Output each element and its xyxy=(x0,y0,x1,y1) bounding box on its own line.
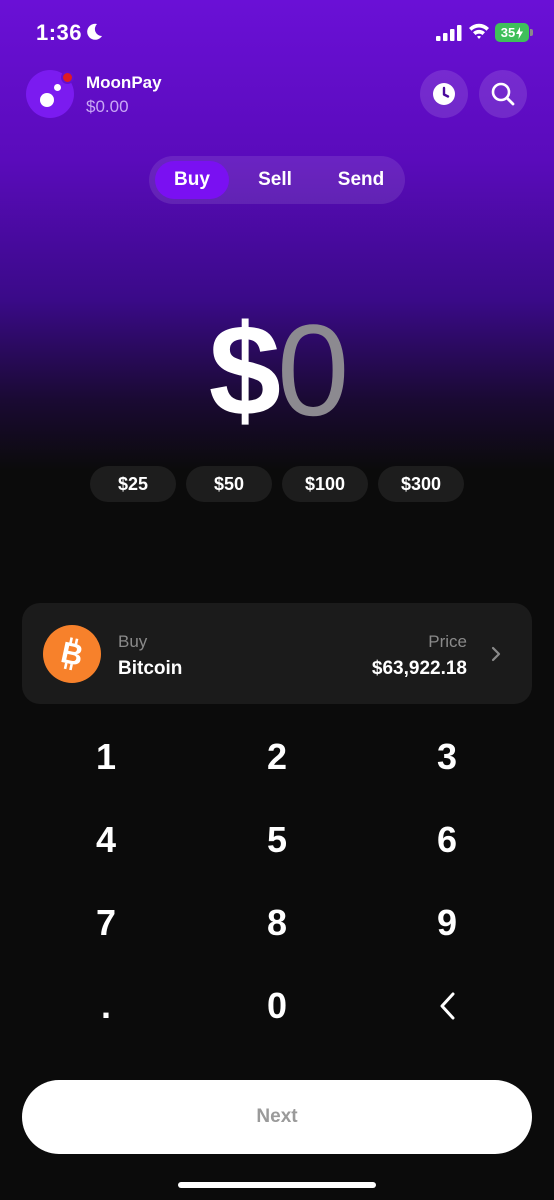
avatar-dot xyxy=(40,93,54,107)
keypad-key-9[interactable]: 9 xyxy=(377,888,517,958)
keypad-key-4[interactable]: 4 xyxy=(36,805,176,875)
status-bar: 1:36 35 xyxy=(0,0,554,64)
keypad-key-7[interactable]: 7 xyxy=(36,888,176,958)
clock-icon xyxy=(433,83,455,105)
battery-indicator: 35 xyxy=(495,23,529,42)
keypad-key-3[interactable]: 3 xyxy=(377,722,517,792)
chevron-right-icon xyxy=(491,646,501,662)
buy-screen: 1:36 35 MoonPay $0.00 Buy Sell Send $ 0 … xyxy=(0,0,554,1200)
asset-action-label: Buy xyxy=(118,632,148,651)
history-button[interactable] xyxy=(420,70,468,118)
tab-buy[interactable]: Buy xyxy=(155,161,229,199)
status-time: 1:36 xyxy=(36,20,83,45)
home-indicator xyxy=(178,1182,376,1188)
currency-symbol: $ xyxy=(208,297,281,443)
keypad-key-2[interactable]: 2 xyxy=(207,722,347,792)
avatar-small-dot xyxy=(54,84,61,91)
asset-selector-card[interactable]: B Buy Bitcoin Price $63,922.18 xyxy=(22,603,532,704)
amount-display: $0 xyxy=(0,300,554,440)
keypad-key-1[interactable]: 1 xyxy=(36,722,176,792)
battery-tip xyxy=(530,29,533,36)
tab-send[interactable]: Send xyxy=(323,161,399,199)
account-balance: $0.00 xyxy=(86,97,129,116)
next-button[interactable]: Next xyxy=(22,1080,532,1154)
keypad-key-6[interactable]: 6 xyxy=(377,805,517,875)
tab-sell[interactable]: Sell xyxy=(241,161,309,199)
preset-amount-50[interactable]: $50 xyxy=(186,466,272,502)
asset-price: $63,922.18 xyxy=(371,658,467,679)
cellular-signal-icon xyxy=(436,25,462,41)
keypad-key-8[interactable]: 8 xyxy=(207,888,347,958)
moon-icon xyxy=(87,23,102,40)
wifi-icon xyxy=(469,23,489,39)
keypad-key-decimal[interactable]: . xyxy=(36,971,176,1041)
account-name: MoonPay xyxy=(86,73,162,92)
search-button[interactable] xyxy=(479,70,527,118)
notification-badge xyxy=(61,71,74,84)
bitcoin-symbol-icon: B xyxy=(58,636,86,673)
keypad-key-0[interactable]: 0 xyxy=(207,971,347,1041)
bitcoin-icon: B xyxy=(43,625,101,683)
charging-bolt-icon xyxy=(516,26,524,39)
battery-level: 35 xyxy=(500,25,516,40)
preset-amount-100[interactable]: $100 xyxy=(282,466,368,502)
amount-value: 0 xyxy=(277,297,349,443)
preset-amount-25[interactable]: $25 xyxy=(90,466,176,502)
price-label: Price xyxy=(428,632,467,651)
asset-name: Bitcoin xyxy=(118,658,183,679)
keypad-key-5[interactable]: 5 xyxy=(207,805,347,875)
preset-amount-300[interactable]: $300 xyxy=(378,466,464,502)
keypad-backspace-key[interactable] xyxy=(377,971,517,1041)
search-icon xyxy=(491,82,515,106)
chevron-left-icon xyxy=(440,992,455,1020)
buy-sell-send-tabs: Buy Sell Send xyxy=(149,156,405,204)
